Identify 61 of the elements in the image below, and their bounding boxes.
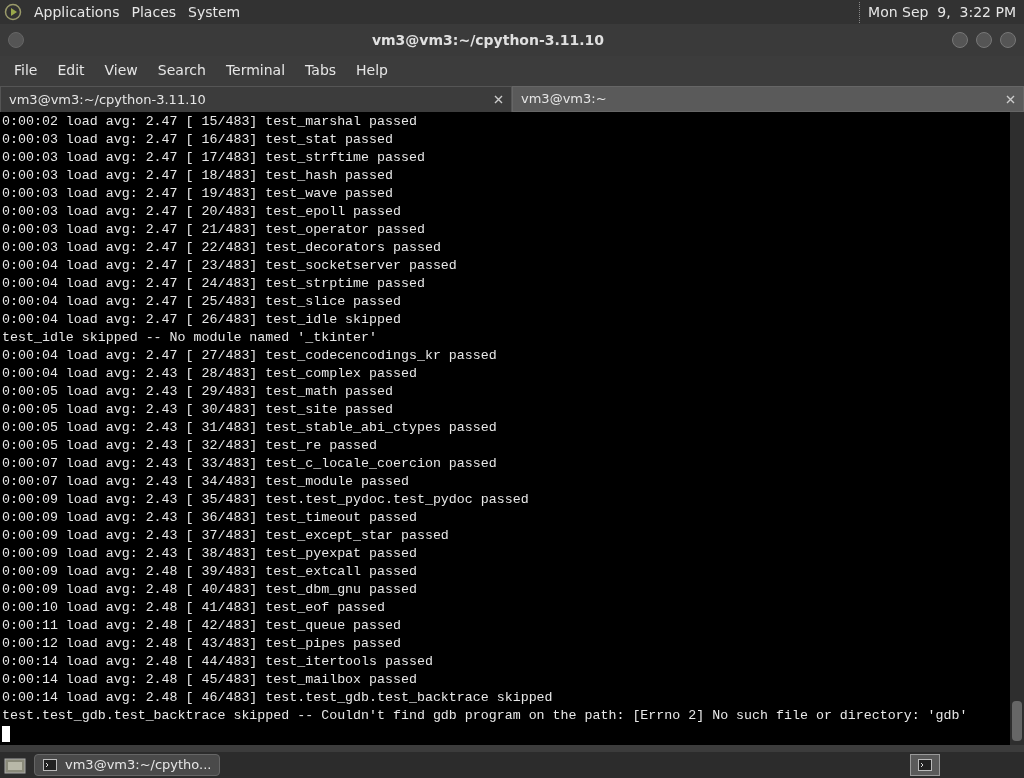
terminal-tab[interactable]: vm3@vm3:~ <box>512 86 1024 112</box>
terminal-icon <box>43 759 57 771</box>
terminal-line: 0:00:04 load avg: 2.47 [ 23/483] test_socketserver passed <box>2 257 457 275</box>
terminal-line: 0:00:14 load avg: 2.48 [ 46/483] test.test_gdb.test_backtrace skipped <box>2 689 553 707</box>
terminal-line: 0:00:04 load avg: 2.43 [ 28/483] test_complex passed <box>2 365 417 383</box>
window-title: vm3@vm3:~/cpython-3.11.10 <box>370 30 606 50</box>
menu-item[interactable]: Edit <box>47 59 95 81</box>
terminal-line: 0:00:04 load avg: 2.47 [ 25/483] test_slice passed <box>2 293 401 311</box>
minimize-button[interactable] <box>952 32 968 48</box>
panel-clock[interactable]: Mon Sep 9, 3:22 PM <box>859 1 1020 23</box>
menu-item[interactable]: File <box>4 59 48 81</box>
terminal-line: 0:00:14 load avg: 2.48 [ 45/483] test_mailbox passed <box>2 671 417 689</box>
terminal-line: 0:00:03 load avg: 2.47 [ 18/483] test_hash passed <box>2 167 393 185</box>
close-button[interactable] <box>1000 32 1016 48</box>
terminal-icon <box>918 759 932 771</box>
terminal-line: 0:00:10 load avg: 2.48 [ 41/483] test_eof passed <box>2 599 385 617</box>
terminal-line: 0:00:04 load avg: 2.47 [ 27/483] test_codecencodings_kr passed <box>2 347 497 365</box>
terminal-line: 0:00:09 load avg: 2.43 [ 36/483] test_timeout passed <box>2 509 417 527</box>
terminal-line: 0:00:12 load avg: 2.48 [ 43/483] test_pipes passed <box>2 635 401 653</box>
close-icon[interactable] <box>1006 94 1015 104</box>
menu-item[interactable]: View <box>94 59 148 81</box>
logo-icon[interactable] <box>4 3 22 21</box>
text-cursor <box>2 726 10 742</box>
terminal-line: 0:00:09 load avg: 2.43 [ 38/483] test_pyexpat passed <box>2 545 417 563</box>
close-icon[interactable] <box>494 95 503 104</box>
menu-item[interactable]: Tabs <box>295 59 347 81</box>
menu-item[interactable]: Terminal <box>215 59 296 81</box>
terminal-line: 0:00:07 load avg: 2.43 [ 34/483] test_module passed <box>2 473 409 491</box>
terminal-line: 0:00:14 load avg: 2.48 [ 44/483] test_itertools passed <box>2 653 433 671</box>
workspace-switcher[interactable] <box>910 754 940 776</box>
menu-item[interactable]: Help <box>346 59 398 81</box>
terminal-line: 0:00:03 load avg: 2.47 [ 17/483] test_strftime passed <box>2 149 425 167</box>
terminal-line: 0:00:03 load avg: 2.47 [ 21/483] test_operator passed <box>2 221 425 239</box>
terminal-line: 0:00:02 load avg: 2.47 [ 15/483] test_marshal passed <box>2 113 417 131</box>
terminal-line: 0:00:09 load avg: 2.43 [ 35/483] test.test_pydoc.test_pydoc passed <box>2 491 529 509</box>
panel-menu[interactable]: Applications <box>34 1 120 23</box>
taskbar-window-button[interactable]: vm3@vm3:~/cpytho... <box>34 754 221 776</box>
terminal-line: 0:00:09 load avg: 2.43 [ 37/483] test_except_star passed <box>2 527 449 545</box>
terminal-line: 0:00:03 load avg: 2.47 [ 20/483] test_epoll passed <box>2 203 401 221</box>
scrollbar[interactable] <box>1010 112 1024 745</box>
terminal-line: 0:00:04 load avg: 2.47 [ 26/483] test_idle skipped <box>2 311 401 329</box>
terminal-line: test_idle skipped -- No module named '_tkinter' <box>2 329 378 347</box>
terminal-line: 0:00:03 load avg: 2.47 [ 19/483] test_wave passed <box>2 185 393 203</box>
terminal-line: 0:00:11 load avg: 2.48 [ 42/483] test_queue passed <box>2 617 401 635</box>
terminal-line: 0:00:04 load avg: 2.47 [ 24/483] test_strptime passed <box>2 275 425 293</box>
panel-menu[interactable]: Places <box>131 1 177 23</box>
terminal-line: 0:00:09 load avg: 2.48 [ 39/483] test_extcall passed <box>2 563 417 581</box>
menu-item[interactable]: Search <box>147 59 216 81</box>
terminal-line: test.test_gdb.test_backtrace skipped -- Couldn't find gdb program on the path: [Errno 2] No such file or directory: 'gdb' <box>2 707 968 725</box>
desktop-icon[interactable] <box>4 756 26 774</box>
terminal-line: 0:00:05 load avg: 2.43 [ 32/483] test_re passed <box>2 437 378 455</box>
terminal-line: 0:00:03 load avg: 2.47 [ 16/483] test_stat passed <box>2 131 393 149</box>
terminal-line: 0:00:05 load avg: 2.43 [ 31/483] test_stable_abi_ctypes passed <box>2 419 497 437</box>
terminal-line: 0:00:05 load avg: 2.43 [ 30/483] test_site passed <box>2 401 393 419</box>
panel-menu[interactable]: System <box>188 1 241 23</box>
terminal-line: 0:00:05 load avg: 2.43 [ 29/483] test_math passed <box>2 383 393 401</box>
terminal-line: 0:00:03 load avg: 2.47 [ 22/483] test_decorators passed <box>2 239 441 257</box>
maximize-button[interactable] <box>976 32 992 48</box>
terminal-line: 0:00:09 load avg: 2.48 [ 40/483] test_dbm_gnu passed <box>2 581 417 599</box>
terminal-tab[interactable]: vm3@vm3:~/cpython-3.11.10 <box>0 86 512 112</box>
terminal-line: 0:00:07 load avg: 2.43 [ 33/483] test_c_locale_coercion passed <box>2 455 497 473</box>
